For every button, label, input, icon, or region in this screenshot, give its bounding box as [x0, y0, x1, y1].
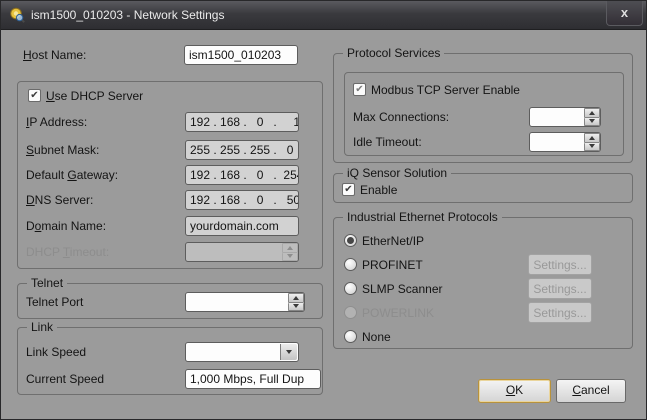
ok-button[interactable]: OK	[478, 379, 551, 403]
dhcp-timeout-spinner: 60	[185, 242, 299, 262]
subnet-mask-field[interactable]: 255 . 255 . 255 . 0	[185, 140, 299, 160]
profinet-settings-button: Settings...	[528, 254, 592, 275]
titlebar: ism1500_010203 - Network Settings x	[1, 1, 646, 30]
close-button[interactable]: x	[606, 1, 643, 26]
slmp-settings-button: Settings...	[528, 278, 592, 299]
radio-ethernet-ip-label: EtherNet/IP	[362, 231, 424, 251]
idle-timeout-spinner[interactable]: 120	[529, 132, 601, 152]
current-speed-label: Current Speed	[26, 369, 104, 389]
link-group: Link Link Speed Auto-Negotiate Current S…	[17, 327, 323, 395]
domain-name-input[interactable]: yourdomain.com	[185, 216, 299, 236]
use-dhcp-label: Use DHCP Server	[46, 86, 143, 106]
modbus-enable-label: Modbus TCP Server Enable	[371, 80, 520, 100]
window-title: ism1500_010203 - Network Settings	[31, 8, 224, 22]
radio-none[interactable]	[344, 330, 357, 343]
dropdown-arrow-icon	[286, 350, 292, 354]
radio-ethernet-ip[interactable]	[344, 234, 357, 247]
ip-address-label: IP Address:	[26, 112, 87, 132]
spin-up-button[interactable]	[288, 293, 304, 303]
radio-powerlink	[344, 306, 357, 319]
default-gateway-field[interactable]: 192 . 168 . 0 . 254	[185, 165, 299, 185]
radio-profinet[interactable]	[344, 258, 357, 271]
radio-slmp-scanner-label: SLMP Scanner	[362, 279, 443, 299]
spin-up-icon	[287, 246, 293, 250]
dropdown-button[interactable]	[280, 344, 297, 360]
iq-sensor-title: iQ Sensor Solution	[343, 166, 451, 181]
dns-server-label: DNS Server:	[26, 190, 93, 210]
max-connections-label: Max Connections:	[353, 107, 449, 127]
protocol-services-group: Protocol Services ✔ Modbus TCP Server En…	[333, 53, 633, 163]
spin-down-button[interactable]	[584, 118, 600, 127]
spin-up-icon	[589, 111, 595, 115]
spin-up-button[interactable]	[584, 108, 600, 118]
industrial-ethernet-group: Industrial Ethernet Protocols EtherNet/I…	[333, 217, 633, 349]
spin-down-icon	[589, 144, 595, 148]
radio-none-label: None	[362, 327, 391, 347]
app-icon	[9, 7, 25, 23]
link-speed-dropdown[interactable]: Auto-Negotiate	[185, 342, 299, 362]
iq-sensor-group: iQ Sensor Solution ✔ Enable	[333, 173, 633, 203]
network-settings-dialog: ism1500_010203 - Network Settings x Host…	[0, 0, 647, 420]
telnet-port-spinner[interactable]: 23	[185, 292, 305, 312]
current-speed-field[interactable]: 1,000 Mbps, Full Dup	[185, 369, 321, 389]
spin-down-button[interactable]	[288, 303, 304, 312]
spin-down-button[interactable]	[584, 143, 600, 152]
use-dhcp-checkbox[interactable]: ✔	[28, 89, 41, 102]
spin-up-icon	[589, 136, 595, 140]
link-speed-label: Link Speed	[26, 342, 86, 362]
idle-timeout-label: Idle Timeout:	[353, 132, 422, 152]
industrial-ethernet-title: Industrial Ethernet Protocols	[343, 210, 502, 225]
check-icon: ✔	[355, 85, 363, 95]
iq-enable-label: Enable	[360, 180, 397, 200]
spin-up-button[interactable]	[584, 133, 600, 143]
spin-down-icon	[293, 304, 299, 308]
check-icon: ✔	[30, 91, 38, 101]
check-icon: ✔	[344, 185, 352, 195]
powerlink-settings-button: Settings...	[528, 302, 592, 323]
host-name-label: Host Name:	[23, 45, 86, 65]
protocol-services-title: Protocol Services	[343, 46, 444, 61]
radio-slmp-scanner[interactable]	[344, 282, 357, 295]
iq-enable-checkbox[interactable]: ✔	[342, 183, 355, 196]
link-group-title: Link	[27, 320, 57, 335]
spin-up-button	[282, 243, 298, 253]
telnet-port-label: Telnet Port	[26, 292, 83, 312]
ip-address-field[interactable]: 192 . 168 . 0 . 1	[185, 112, 299, 132]
dns-server-field[interactable]: 192 . 168 . 0 . 50	[185, 190, 299, 210]
close-icon: x	[621, 5, 628, 20]
max-connections-spinner[interactable]: 4	[529, 107, 601, 127]
cancel-button[interactable]: Cancel	[556, 379, 626, 403]
subnet-mask-label: Subnet Mask:	[26, 140, 99, 160]
dhcp-timeout-label: DHCP Timeout:	[26, 242, 109, 262]
spin-up-icon	[293, 296, 299, 300]
radio-profinet-label: PROFINET	[362, 255, 423, 275]
spin-down-button	[282, 253, 298, 262]
domain-name-label: Domain Name:	[26, 216, 106, 236]
radio-dot	[347, 237, 354, 244]
telnet-group: Telnet Telnet Port 23	[17, 283, 323, 319]
default-gateway-label: Default Gateway:	[26, 165, 118, 185]
telnet-group-title: Telnet	[27, 276, 67, 291]
modbus-enable-checkbox[interactable]: ✔	[353, 83, 366, 96]
radio-powerlink-label: POWERLINK	[362, 303, 434, 323]
host-name-input[interactable]: ism1500_010203	[184, 45, 298, 65]
spin-down-icon	[287, 254, 293, 258]
dhcp-group: ✔ Use DHCP Server IP Address: 192 . 168 …	[17, 81, 323, 269]
spin-down-icon	[589, 119, 595, 123]
modbus-subgroup: ✔ Modbus TCP Server Enable Max Connectio…	[344, 72, 624, 156]
